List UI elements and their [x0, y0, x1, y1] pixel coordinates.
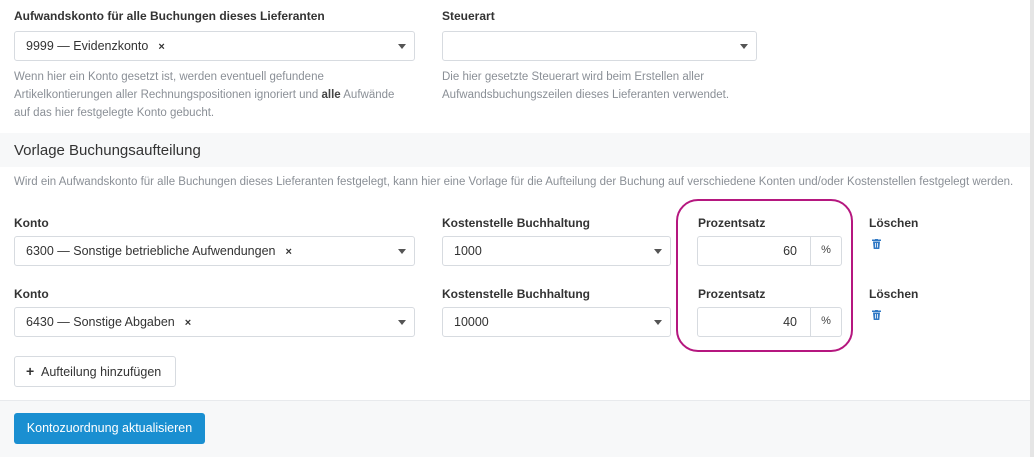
tax-type-label: Steuerart	[442, 9, 495, 23]
expense-account-help: Wenn hier ein Konto gesetzt ist, werden …	[14, 68, 404, 122]
trash-icon[interactable]	[872, 310, 881, 320]
help-text: Wenn hier ein Konto gesetzt ist, werden …	[14, 71, 324, 101]
chevron-down-icon	[398, 249, 406, 254]
help-bold: alle	[321, 89, 341, 101]
expense-account-value: 9999 — Evidenzkonto ×	[26, 39, 165, 53]
chevron-down-icon	[398, 320, 406, 325]
expense-account-text: 9999 — Evidenzkonto	[26, 39, 149, 53]
tax-type-help: Die hier gesetzte Steuerart wird beim Er…	[442, 71, 730, 101]
account-text: 6300 — Sonstige betriebliche Aufwendunge…	[26, 244, 276, 258]
chevron-down-icon	[654, 249, 662, 254]
percent-input-group[interactable]: 60 %	[697, 236, 842, 266]
cost-center-label: Kostenstelle Buchhaltung	[442, 287, 591, 301]
chevron-down-icon	[398, 44, 406, 49]
plus-icon: +	[26, 363, 35, 379]
account-text: 6430 — Sonstige Abgaben	[26, 315, 175, 329]
section-title: Vorlage Buchungsaufteilung	[14, 142, 201, 159]
cost-center-value: 1000	[454, 244, 482, 258]
cost-center-label: Kostenstelle Buchhaltung	[442, 216, 591, 230]
tax-type-select[interactable]	[442, 31, 757, 61]
expense-account-label: Aufwandskonto für alle Buchungen dieses …	[14, 9, 325, 23]
cost-center-select[interactable]: 1000	[442, 236, 671, 266]
delete-label: Löschen	[869, 287, 919, 301]
percent-label: Prozentsatz	[698, 287, 766, 301]
account-select[interactable]: 6300 — Sonstige betriebliche Aufwendunge…	[14, 236, 415, 266]
add-split-label: Aufteilung hinzufügen	[41, 365, 162, 379]
percent-input[interactable]: 60	[698, 237, 811, 265]
cost-center-value: 10000	[454, 315, 489, 329]
cost-center-select[interactable]: 10000	[442, 307, 671, 337]
account-select[interactable]: 6430 — Sonstige Abgaben ×	[14, 307, 415, 337]
clear-icon[interactable]: ×	[185, 317, 191, 329]
add-split-button[interactable]: + Aufteilung hinzufügen	[14, 356, 176, 387]
delete-label: Löschen	[869, 216, 919, 230]
account-value: 6300 — Sonstige betriebliche Aufwendunge…	[26, 244, 292, 258]
scrollbar[interactable]	[1030, 0, 1034, 457]
chevron-down-icon	[740, 44, 748, 49]
clear-icon[interactable]: ×	[158, 41, 164, 53]
trash-icon[interactable]	[872, 239, 881, 249]
percent-input[interactable]: 40	[698, 308, 811, 336]
percent-unit: %	[821, 244, 831, 256]
percent-input-group[interactable]: 40 %	[697, 307, 842, 337]
account-value: 6430 — Sonstige Abgaben ×	[26, 315, 191, 329]
account-label: Konto	[14, 216, 49, 230]
percent-unit: %	[821, 315, 831, 327]
percent-label: Prozentsatz	[698, 216, 766, 230]
section-description: Wird ein Aufwandskonto für alle Buchunge…	[14, 176, 1014, 188]
chevron-down-icon	[654, 320, 662, 325]
expense-account-select[interactable]: 9999 — Evidenzkonto ×	[14, 31, 415, 61]
clear-icon[interactable]: ×	[286, 246, 292, 258]
account-label: Konto	[14, 287, 49, 301]
update-account-mapping-button[interactable]: Kontozuordnung aktualisieren	[14, 413, 205, 444]
